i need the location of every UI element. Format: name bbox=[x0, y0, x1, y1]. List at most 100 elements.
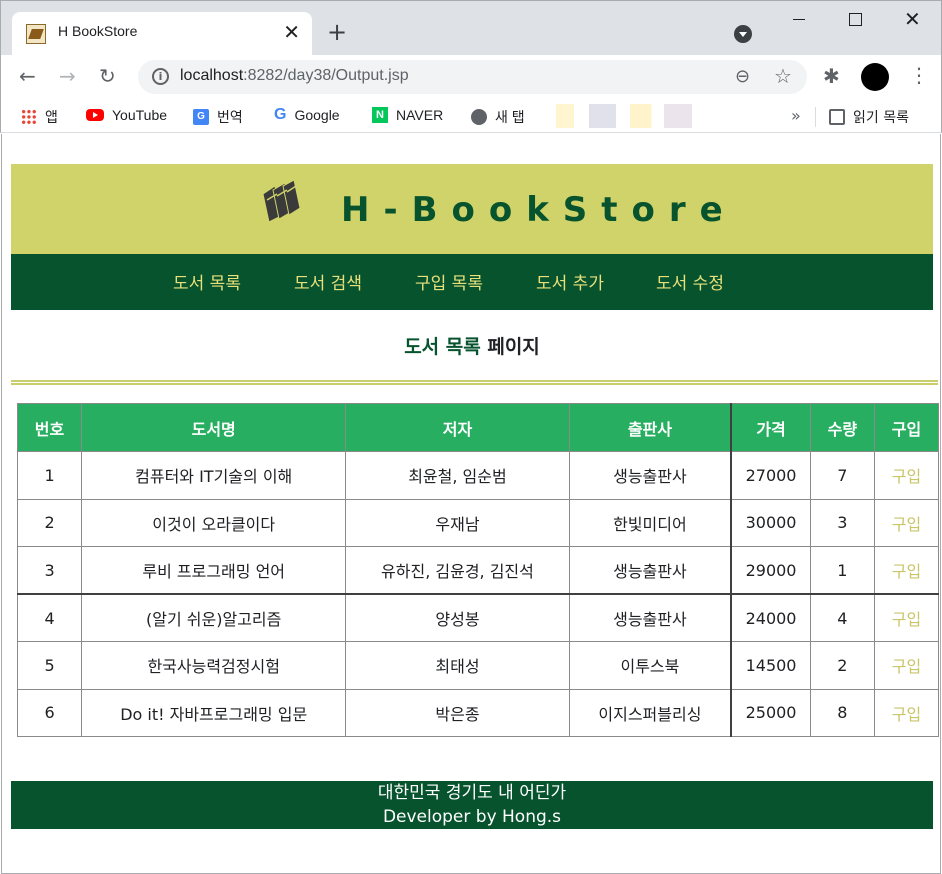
nav-book-list[interactable]: 도서 목록 bbox=[173, 269, 241, 294]
table-row: 6 Do it! 자바프로그래밍 입문 박은종 이지스퍼블리싱 25000 8 … bbox=[16, 688, 940, 737]
cell-title: (알기 쉬운)알고리즘 bbox=[81, 593, 347, 642]
table-row: 1 컴퓨터와 IT기술의 이해 최윤철, 임순범 생능출판사 27000 7 구… bbox=[16, 451, 940, 500]
site-favicon-icon bbox=[26, 24, 46, 44]
buy-link[interactable]: 구입 bbox=[873, 451, 940, 500]
naver-icon: N bbox=[372, 107, 388, 123]
cell-qty: 4 bbox=[809, 593, 875, 642]
browser-titlebar: H BookStore ✕ + ✕ bbox=[0, 0, 942, 56]
cell-qty: 1 bbox=[809, 546, 875, 595]
site-footer: 대한민국 경기도 내 어딘가 Developer by Hong.s bbox=[11, 781, 933, 829]
cell-author: 유하진, 김윤경, 김진석 bbox=[345, 546, 570, 595]
zoom-icon[interactable]: ⊖ bbox=[735, 66, 750, 87]
cell-publisher: 생능출판사 bbox=[568, 546, 732, 595]
cell-qty: 3 bbox=[809, 498, 875, 547]
cell-no: 2 bbox=[16, 498, 83, 547]
url-text[interactable]: localhost:8282/day38/Output.jsp bbox=[180, 67, 409, 85]
cell-price: 24000 bbox=[730, 593, 811, 642]
buy-link[interactable]: 구입 bbox=[873, 593, 940, 642]
bookmark-star-icon[interactable]: ☆ bbox=[774, 64, 792, 88]
table-header-row: 번호 도서명 저자 출판사 가격 수량 구입 bbox=[16, 403, 940, 452]
cell-qty: 7 bbox=[809, 451, 875, 500]
forward-arrow-icon[interactable]: → bbox=[59, 64, 76, 88]
browser-toolbar: ← → ↻ i localhost:8282/day38/Output.jsp … bbox=[0, 55, 942, 100]
cell-price: 30000 bbox=[730, 498, 811, 547]
bookmark-google[interactable]: G Google bbox=[274, 106, 340, 124]
translate-icon: G bbox=[193, 109, 209, 125]
cell-publisher: 생능출판사 bbox=[568, 593, 732, 642]
profile-avatar[interactable] bbox=[861, 63, 889, 91]
window-close-button[interactable]: ✕ bbox=[904, 9, 924, 29]
bookmark-new-tab[interactable]: 새 탭 bbox=[471, 107, 525, 127]
books-icon bbox=[262, 180, 301, 222]
browser-tab[interactable]: H BookStore ✕ bbox=[12, 12, 312, 56]
header-author: 저자 bbox=[345, 403, 570, 452]
cell-publisher: 생능출판사 bbox=[568, 451, 732, 500]
cell-author: 박은종 bbox=[345, 688, 570, 737]
cell-price: 27000 bbox=[730, 451, 811, 500]
cell-title: 한국사능력검정시험 bbox=[81, 641, 347, 690]
nav-purchase-list[interactable]: 구입 목록 bbox=[415, 269, 483, 294]
page-viewport: H-BookStore 도서 목록 도서 검색 구입 목록 도서 추가 도서 수… bbox=[1, 134, 941, 874]
nav-edit-book[interactable]: 도서 수정 bbox=[656, 269, 724, 294]
bookmarks-divider bbox=[815, 107, 816, 127]
reading-list-button[interactable]: 읽기 목록 bbox=[829, 107, 909, 127]
nav-add-book[interactable]: 도서 추가 bbox=[536, 269, 604, 294]
footer-credit: Developer by Hong.s bbox=[382, 807, 562, 827]
tab-title: H BookStore bbox=[58, 23, 138, 39]
extensions-puzzle-icon[interactable]: ✱ bbox=[823, 64, 840, 88]
title-divider bbox=[11, 380, 938, 385]
blurred-bookmark[interactable] bbox=[630, 104, 692, 128]
maximize-button[interactable] bbox=[848, 9, 868, 29]
cell-author: 최윤철, 임순범 bbox=[345, 451, 570, 500]
google-icon: G bbox=[274, 106, 287, 123]
cell-qty: 2 bbox=[809, 641, 875, 690]
back-arrow-icon[interactable]: ← bbox=[19, 64, 36, 88]
cell-price: 14500 bbox=[730, 641, 811, 690]
table-row: 4 (알기 쉬운)알고리즘 양성봉 생능출판사 24000 4 구입 bbox=[16, 593, 940, 642]
cell-title: 루비 프로그래밍 언어 bbox=[81, 546, 347, 595]
header-qty: 수량 bbox=[809, 403, 875, 452]
reload-icon[interactable]: ↻ bbox=[99, 64, 116, 88]
bookmark-apps[interactable]: 앱 bbox=[21, 107, 58, 127]
address-bar[interactable]: i localhost:8282/day38/Output.jsp ⊖ ☆ bbox=[138, 60, 807, 94]
bookmarks-bar: 앱 YouTube G 번역 G Google N NAVER 새 탭 » 읽기… bbox=[0, 100, 942, 133]
header-publisher: 출판사 bbox=[568, 403, 732, 452]
header-price: 가격 bbox=[730, 403, 811, 452]
buy-link[interactable]: 구입 bbox=[873, 641, 940, 690]
cell-no: 4 bbox=[16, 593, 83, 642]
cell-no: 5 bbox=[16, 641, 83, 690]
cell-qty: 8 bbox=[809, 688, 875, 737]
bookmark-naver[interactable]: N NAVER bbox=[372, 107, 443, 123]
blurred-bookmark[interactable] bbox=[556, 104, 616, 128]
cell-no: 6 bbox=[16, 688, 83, 737]
header-no: 번호 bbox=[16, 403, 83, 452]
new-tab-icon[interactable]: + bbox=[327, 18, 347, 46]
page-title: 도서 목록 페이지 bbox=[404, 336, 540, 358]
footer-address: 대한민국 경기도 내 어딘가 bbox=[377, 783, 567, 803]
cell-title: 이것이 오라클이다 bbox=[81, 498, 347, 547]
tab-search-icon[interactable] bbox=[734, 25, 752, 43]
minimize-button[interactable] bbox=[791, 9, 811, 29]
book-table: 번호 도서명 저자 출판사 가격 수량 구입 1 컴퓨터와 IT기술의 이해 최… bbox=[16, 403, 940, 737]
cell-author: 양성봉 bbox=[345, 593, 570, 642]
cell-no: 1 bbox=[16, 451, 83, 500]
bookmark-youtube[interactable]: YouTube bbox=[86, 107, 167, 123]
site-info-icon[interactable]: i bbox=[152, 68, 169, 85]
nav-book-search[interactable]: 도서 검색 bbox=[294, 269, 362, 294]
buy-link[interactable]: 구입 bbox=[873, 688, 940, 737]
cell-no: 3 bbox=[16, 546, 83, 595]
table-row: 2 이것이 오라클이다 우재남 한빛미디어 30000 3 구입 bbox=[16, 498, 940, 547]
cell-title: 컴퓨터와 IT기술의 이해 bbox=[81, 451, 347, 500]
more-bookmarks-icon[interactable]: » bbox=[791, 106, 801, 125]
bookmark-translate[interactable]: G 번역 bbox=[193, 107, 243, 127]
reading-list-icon bbox=[829, 109, 845, 125]
header-buy: 구입 bbox=[873, 403, 940, 452]
site-header: H-BookStore bbox=[11, 164, 933, 254]
browser-menu-icon[interactable]: ⋮ bbox=[909, 61, 929, 89]
buy-link[interactable]: 구입 bbox=[873, 498, 940, 547]
header-title: 도서명 bbox=[81, 403, 347, 452]
close-tab-icon[interactable]: ✕ bbox=[283, 20, 300, 44]
globe-icon bbox=[471, 109, 487, 125]
buy-link[interactable]: 구입 bbox=[873, 546, 940, 595]
cell-publisher: 이투스북 bbox=[568, 641, 732, 690]
